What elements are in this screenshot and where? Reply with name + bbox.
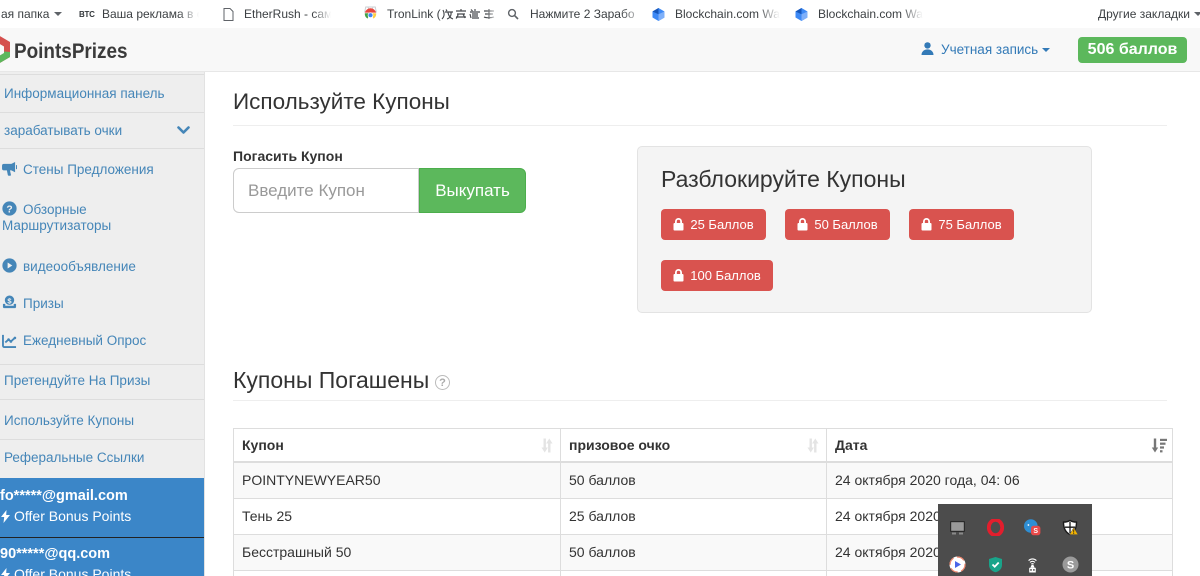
svg-text:S: S [1067, 560, 1074, 572]
svg-text:!: ! [1073, 530, 1075, 536]
svg-text:S: S [1033, 528, 1038, 535]
svg-text:?: ? [6, 204, 12, 215]
